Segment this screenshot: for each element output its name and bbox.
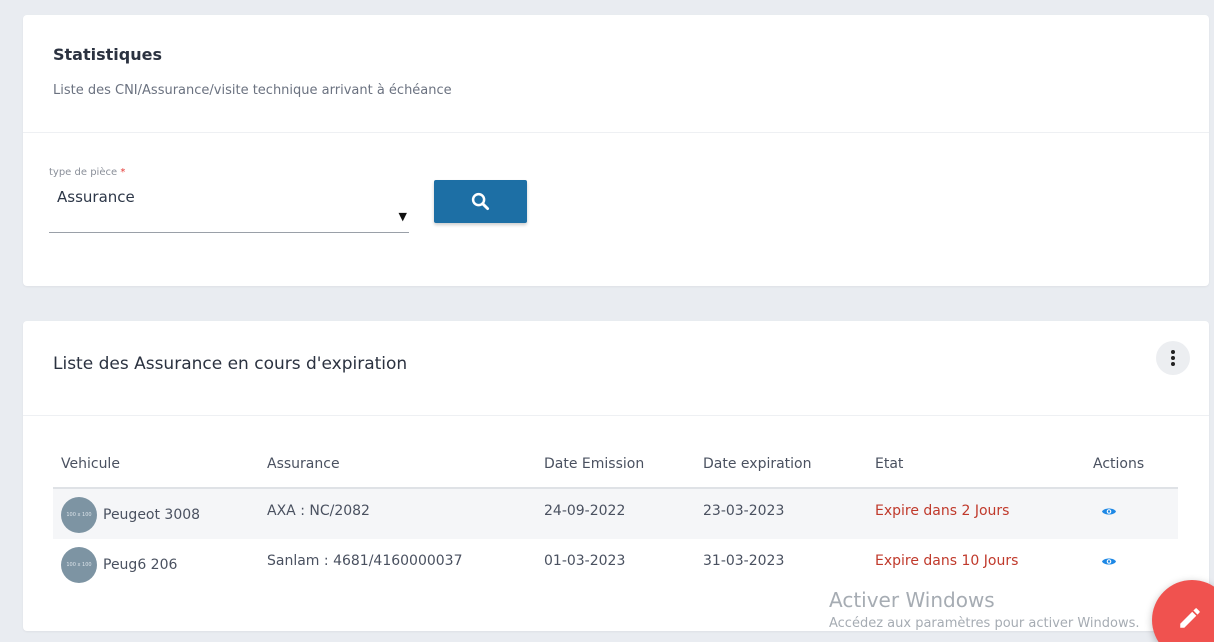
- expiring-list-card: Liste des Assurance en cours d'expiratio…: [23, 321, 1209, 631]
- list-card-header: Liste des Assurance en cours d'expiratio…: [23, 321, 1209, 416]
- more-options-button[interactable]: [1156, 341, 1190, 375]
- vehicule-cell: 100 x 100 Peug6 206: [53, 539, 259, 589]
- document-type-value: Assurance: [57, 188, 135, 206]
- view-button[interactable]: [1101, 555, 1117, 571]
- search-icon: [471, 192, 490, 211]
- page-title: Statistiques: [53, 45, 162, 64]
- stats-card-header: Statistiques Liste des CNI/Assurance/vis…: [23, 15, 1209, 133]
- actions-cell: [1085, 539, 1178, 589]
- date-emission-cell: 24-09-2022: [536, 488, 695, 539]
- page-subtitle: Liste des CNI/Assurance/visite technique…: [53, 83, 452, 98]
- assurance-cell: Sanlam : 4681/4160000037: [259, 539, 536, 589]
- etat-cell: Expire dans 10 Jours: [867, 539, 1085, 589]
- column-header-assurance: Assurance: [259, 441, 536, 489]
- vehicule-name: Peugeot 3008: [103, 507, 201, 523]
- document-type-select[interactable]: Assurance ▼: [49, 185, 409, 233]
- table-header-row: Vehicule Assurance Date Emission Date ex…: [53, 441, 1178, 489]
- table-row: 100 x 100 Peugeot 3008 AXA : NC/2082 24-…: [53, 488, 1178, 539]
- vehicule-name: Peug6 206: [103, 557, 178, 573]
- actions-cell: [1085, 488, 1178, 539]
- list-title: Liste des Assurance en cours d'expiratio…: [53, 354, 408, 374]
- date-expiration-cell: 31-03-2023: [695, 539, 867, 589]
- vehicle-avatar: 100 x 100: [61, 497, 97, 533]
- date-expiration-cell: 23-03-2023: [695, 488, 867, 539]
- pencil-icon: [1180, 608, 1200, 628]
- caret-down-icon: ▼: [398, 210, 407, 223]
- watermark-title: Activer Windows: [829, 588, 995, 612]
- more-vertical-icon: [1171, 350, 1175, 366]
- column-header-actions: Actions: [1085, 441, 1178, 489]
- vehicule-cell: 100 x 100 Peugeot 3008: [53, 488, 259, 539]
- document-type-label: type de pièce *: [49, 167, 125, 178]
- etat-cell: Expire dans 2 Jours: [867, 488, 1085, 539]
- date-emission-cell: 01-03-2023: [536, 539, 695, 589]
- vehicle-avatar: 100 x 100: [61, 547, 97, 583]
- stats-card: Statistiques Liste des CNI/Assurance/vis…: [23, 15, 1209, 286]
- column-header-date-emission: Date Emission: [536, 441, 695, 489]
- watermark-subtitle: Accédez aux paramètres pour activer Wind…: [829, 616, 1140, 631]
- view-button[interactable]: [1101, 505, 1117, 521]
- search-button[interactable]: [434, 180, 527, 223]
- eye-icon: [1102, 558, 1116, 565]
- column-header-date-expiration: Date expiration: [695, 441, 867, 489]
- column-header-etat: Etat: [867, 441, 1085, 489]
- expiring-table: Vehicule Assurance Date Emission Date ex…: [53, 441, 1178, 589]
- table-row: 100 x 100 Peug6 206 Sanlam : 4681/416000…: [53, 539, 1178, 589]
- document-type-label-text: type de pièce: [49, 167, 118, 178]
- required-mark: *: [120, 167, 126, 178]
- column-header-vehicule: Vehicule: [53, 441, 259, 489]
- eye-icon: [1102, 508, 1116, 515]
- assurance-cell: AXA : NC/2082: [259, 488, 536, 539]
- windows-activation-watermark: Activer Windows Accédez aux paramètres p…: [829, 588, 1140, 631]
